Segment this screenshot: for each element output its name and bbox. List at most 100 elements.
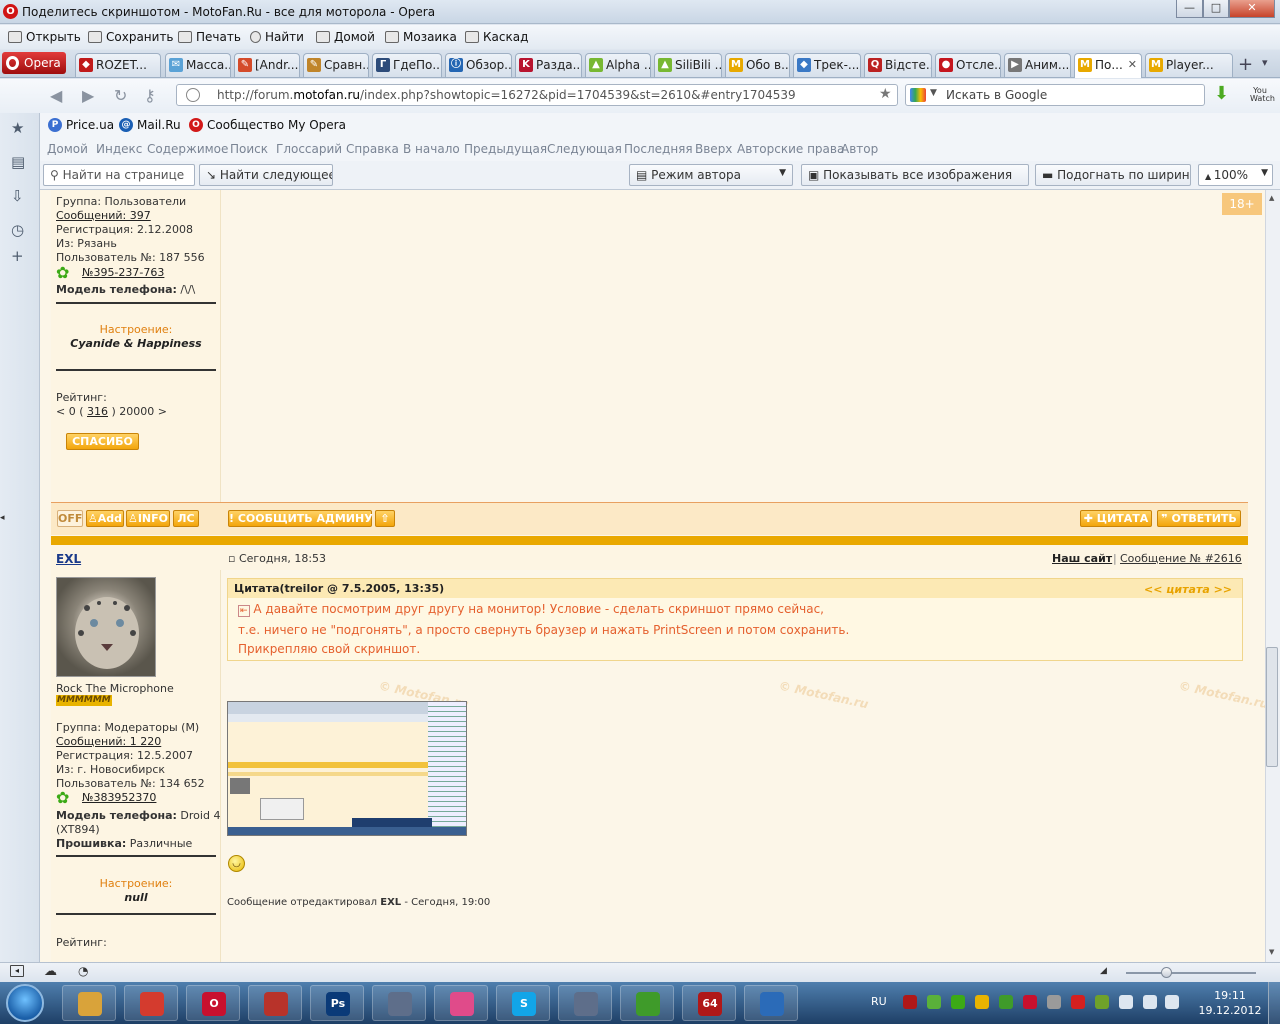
nav-contents[interactable]: Содержимое [147, 142, 228, 156]
search-field[interactable]: ▼ Искать в Google [905, 84, 1205, 106]
clock-time[interactable]: 19:11 [1205, 989, 1255, 1002]
bookmark-price-ua[interactable]: P Price.ua [48, 118, 114, 132]
user-info-button[interactable]: ♙INFO [126, 510, 170, 527]
vertical-scrollbar[interactable]: ▲ ▼ [1265, 190, 1280, 962]
drive-tray-icon[interactable] [975, 995, 989, 1009]
our-site-link[interactable]: Наш сайт [1052, 552, 1112, 565]
nav-search[interactable]: Поиск [230, 142, 268, 156]
scrollbar-thumb[interactable] [1266, 647, 1278, 767]
tab-1[interactable]: ◆ ROZET... [75, 53, 161, 77]
search-engine-dropdown-icon[interactable]: ▼ [930, 88, 937, 98]
home-button[interactable]: Домой [316, 30, 375, 44]
tab-14[interactable]: ▶ Аним... [1004, 53, 1071, 77]
tile-button[interactable]: Мозаика [385, 30, 457, 44]
find-next-button[interactable]: ↘ Найти следующее [199, 164, 333, 186]
tab-2[interactable]: ✉ Масса... [165, 53, 231, 77]
speaker-tray-icon[interactable] [1047, 995, 1061, 1009]
taskbar-opera-button[interactable]: O [186, 985, 240, 1021]
back-arrow-icon[interactable]: ◀ [50, 86, 62, 105]
zoom-select[interactable]: ▲ 100% ▼ [1198, 164, 1273, 186]
post1-icq-link[interactable]: №395-237-763 [82, 266, 164, 280]
tab-9[interactable]: ▲ SiliBili ... [654, 53, 722, 77]
add-contact-button[interactable]: ♙Add [86, 510, 124, 527]
nvidia-tray-icon[interactable] [1095, 995, 1109, 1009]
address-field[interactable]: http://forum.motofan.ru/index.php?showto… [176, 84, 898, 106]
quote-button[interactable]: ✚ ЦИТАТА [1080, 510, 1152, 527]
turbo-icon[interactable]: ◔ [78, 964, 88, 978]
utorrent-tray-icon[interactable] [999, 995, 1013, 1009]
show-desktop-button[interactable] [1268, 982, 1280, 1024]
maximize-button[interactable]: □ [1203, 0, 1229, 18]
add-panel-icon[interactable]: + [11, 247, 24, 265]
tab-16[interactable]: M Player... [1145, 53, 1233, 77]
flag-tray-icon[interactable] [1119, 995, 1133, 1009]
scroll-down-arrow-icon[interactable]: ▼ [1269, 948, 1274, 956]
taskbar-chrome-button[interactable] [124, 985, 178, 1021]
tab-8[interactable]: ▲ Alpha ... [585, 53, 651, 77]
quote-jump-link[interactable]: << цитата >> [1144, 583, 1232, 596]
opera-menu-button[interactable]: Opera [2, 52, 66, 74]
tab-15[interactable]: M По... ✕ [1074, 53, 1142, 78]
nav-help[interactable]: Справка [346, 142, 399, 156]
tab-4[interactable]: ✎ Сравн... [303, 53, 369, 77]
tab-7[interactable]: K Разда... [515, 53, 582, 77]
nav-glossary[interactable]: Глоссарий [276, 142, 342, 156]
tab-menu-button[interactable]: ▾ [1262, 56, 1268, 69]
taskbar-app-4-button[interactable] [248, 985, 302, 1021]
save-button[interactable]: Сохранить [88, 30, 174, 44]
post2-author-link[interactable]: EXL [56, 552, 81, 566]
close-window-button[interactable]: ✕ [1229, 0, 1275, 18]
network-tray-icon[interactable] [1143, 995, 1157, 1009]
panel-toggle-icon[interactable]: ◂ [10, 965, 24, 977]
downloads-icon[interactable]: ⇩ [11, 187, 24, 205]
nav-next[interactable]: Следующая [547, 142, 622, 156]
nav-index[interactable]: Индекс [96, 142, 142, 156]
opera-unite-cloud-icon[interactable]: ☁ [44, 964, 57, 979]
tab-13[interactable]: ● Отсле... [935, 53, 1001, 77]
nav-author[interactable]: Автор [841, 142, 878, 156]
bookmark-mail-ru[interactable]: @ Mail.Ru [119, 118, 181, 132]
reload-icon[interactable]: ↻ [114, 86, 127, 105]
tab-3[interactable]: ✎ [Andr... [234, 53, 300, 77]
minimize-button[interactable]: — [1176, 0, 1203, 18]
open-button[interactable]: Открыть [8, 30, 81, 44]
fit-to-width-button[interactable]: ▬ Подогнать по ширине [1035, 164, 1191, 186]
bookmarks-star-icon[interactable]: ★ [11, 119, 24, 137]
tab-12[interactable]: QВідсте... [864, 53, 932, 77]
flower-tray-icon[interactable] [951, 995, 965, 1009]
aida64-tray-icon[interactable] [903, 995, 917, 1009]
scroll-top-button[interactable]: ⇧ [375, 510, 395, 527]
thanks-button[interactable]: СПАСИБО [66, 433, 139, 450]
taskbar-picasa-button[interactable] [434, 985, 488, 1021]
cascade-button[interactable]: Каскад [465, 30, 528, 44]
post2-messages-link[interactable]: Сообщений: 1 220 [56, 735, 161, 749]
attached-screenshot-thumbnail[interactable] [227, 701, 467, 836]
zoom-slider-thumb[interactable] [1161, 967, 1172, 978]
tab-close-icon[interactable]: ✕ [1128, 58, 1137, 71]
volume-tray-icon[interactable] [1165, 995, 1179, 1009]
private-message-button[interactable]: ЛС [173, 510, 199, 527]
forward-arrow-icon[interactable]: ▶ [82, 86, 94, 105]
find-button[interactable]: Найти [250, 30, 304, 44]
post2-message-number-link[interactable]: Сообщение № #2616 [1120, 552, 1242, 565]
nav-last[interactable]: Последняя [624, 142, 693, 156]
nav-top[interactable]: В начало [403, 142, 460, 156]
print-button[interactable]: Печать [178, 30, 241, 44]
reply-button[interactable]: ❞ ОТВЕТИТЬ [1157, 510, 1241, 527]
start-button[interactable] [6, 984, 44, 1022]
taskbar-app-12-button[interactable] [744, 985, 798, 1021]
icq-tray-icon[interactable] [927, 995, 941, 1009]
notes-icon[interactable]: ▤ [11, 153, 25, 171]
zoom-slider-track[interactable] [1126, 972, 1256, 974]
find-on-page-input[interactable]: ⚲ Найти на странице [43, 164, 195, 186]
nav-copyright[interactable]: Авторские права [737, 142, 844, 156]
language-indicator[interactable]: RU [871, 995, 887, 1008]
bookmark-my-opera[interactable]: O Сообщество My Opera [189, 118, 346, 132]
nav-up[interactable]: Вверх [695, 142, 732, 156]
nav-previous[interactable]: Предыдущая [464, 142, 547, 156]
rating-value-link[interactable]: 316 [87, 405, 108, 418]
clock-date[interactable]: 19.12.2012 [1195, 1004, 1265, 1017]
post1-messages-link[interactable]: Сообщений: 397 [56, 209, 151, 223]
tab-11[interactable]: ◆ Трек-... [793, 53, 861, 77]
scroll-up-arrow-icon[interactable]: ▲ [1269, 194, 1274, 202]
